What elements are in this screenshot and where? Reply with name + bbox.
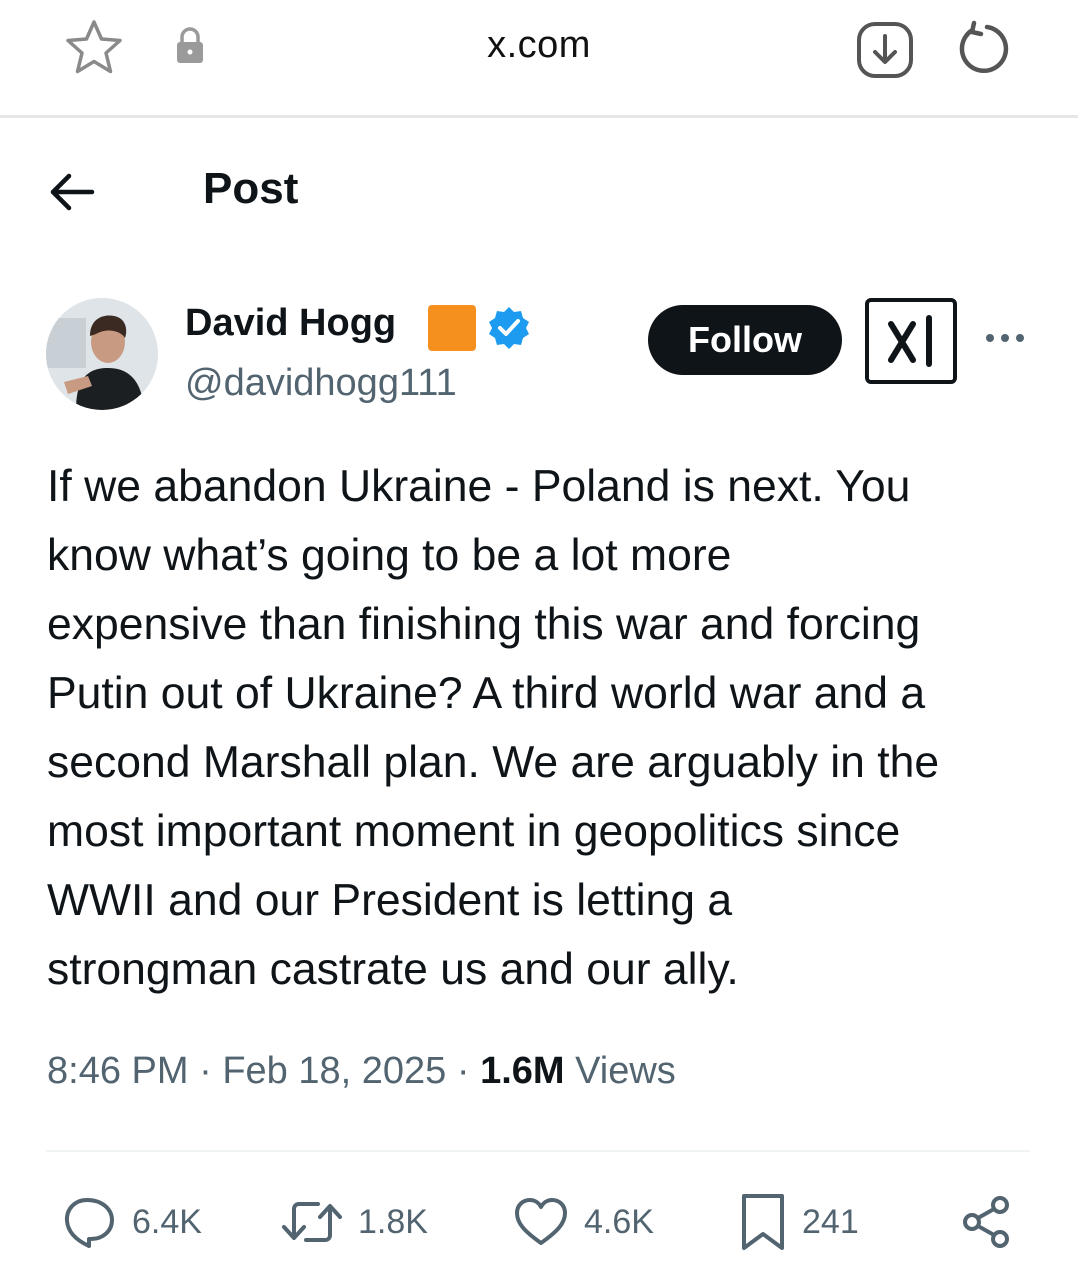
download-icon[interactable] (856, 21, 914, 79)
reply-count: 6.4K (132, 1202, 202, 1241)
more-dots-icon (986, 334, 1024, 342)
share-icon (963, 1196, 1009, 1248)
meta-separator: · (446, 1050, 481, 1092)
post-date[interactable]: Feb 18, 2025 (222, 1050, 446, 1092)
post-text: If we abandon Ukraine - Poland is next. … (47, 462, 940, 994)
views-count: 1.6M (480, 1050, 565, 1092)
bookmark-count: 241 (802, 1202, 859, 1241)
like-count: 4.6K (584, 1202, 654, 1241)
verified-badge-icon[interactable] (486, 305, 532, 351)
grok-icon (888, 315, 932, 367)
heart-icon (515, 1198, 567, 1245)
affiliation-badge[interactable] (428, 305, 476, 351)
url-text[interactable]: x.com (0, 24, 1078, 67)
reply-button[interactable]: 6.4K (60, 1192, 202, 1252)
share-button[interactable] (958, 1192, 1016, 1252)
author-handle[interactable]: @davidhogg111 (185, 362, 457, 405)
like-button[interactable]: 4.6K (512, 1192, 654, 1252)
repost-icon (282, 1202, 342, 1242)
post-meta: 8:46 PM · Feb 18, 2025 · 1.6M Views (47, 1050, 676, 1093)
repost-count: 1.8K (358, 1202, 428, 1241)
views-label: Views (575, 1050, 676, 1092)
post-time[interactable]: 8:46 PM (47, 1050, 189, 1092)
page-title: Post (203, 164, 299, 213)
browser-bar-divider (0, 115, 1078, 118)
grok-button[interactable] (865, 298, 957, 384)
bookmark-button[interactable]: 241 (738, 1192, 859, 1252)
divider (46, 1150, 1030, 1152)
author-name[interactable]: David Hogg (185, 302, 396, 345)
back-button[interactable] (40, 160, 110, 224)
browser-bar: x.com (0, 0, 1078, 116)
avatar[interactable] (46, 298, 158, 410)
repost-button[interactable]: 1.8K (280, 1192, 428, 1252)
arrow-left-icon (50, 173, 95, 211)
meta-separator: · (188, 1050, 223, 1092)
bookmark-icon (742, 1194, 784, 1250)
more-options-button[interactable] (980, 320, 1030, 356)
reload-icon[interactable] (954, 19, 1014, 79)
reply-icon (64, 1198, 114, 1248)
follow-button[interactable]: Follow (648, 305, 842, 375)
